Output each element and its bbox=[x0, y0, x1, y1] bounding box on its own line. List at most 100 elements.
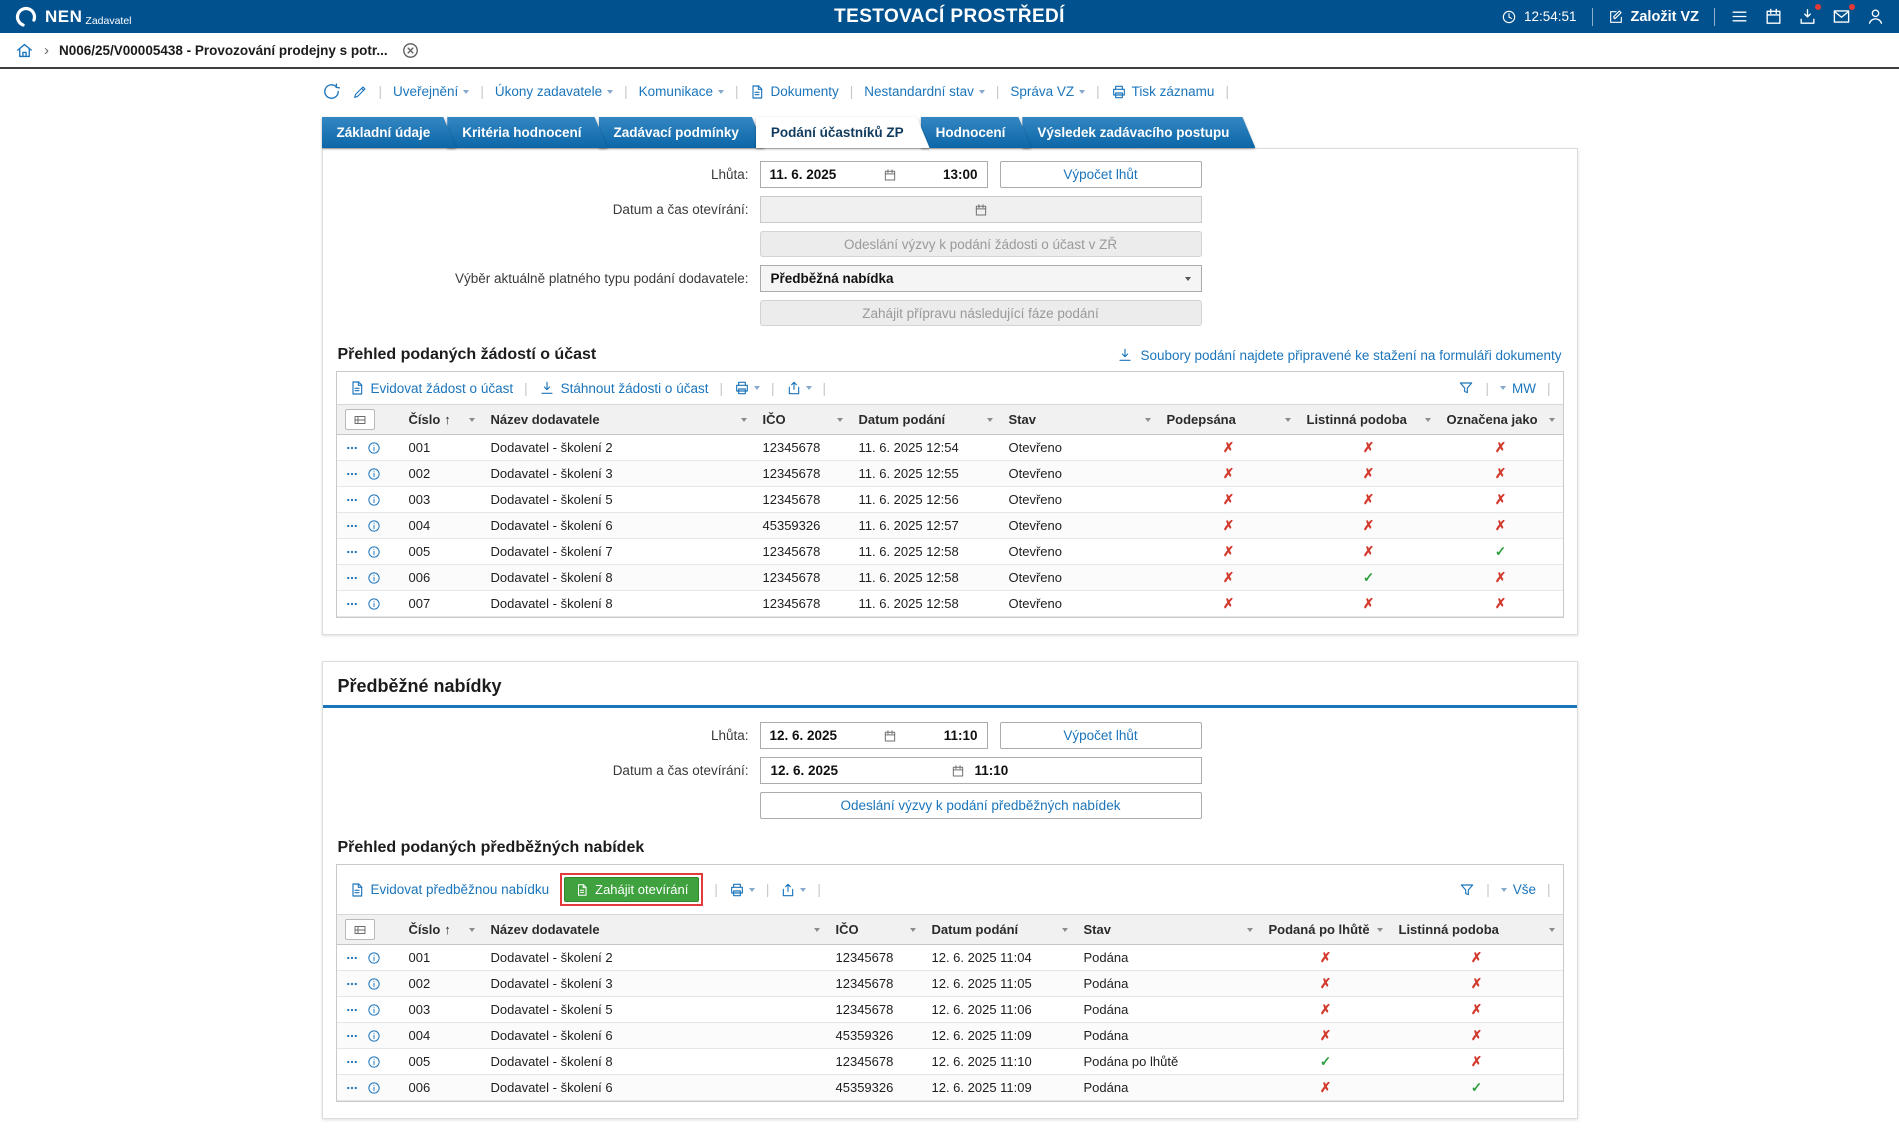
column-filter-icon[interactable] bbox=[1062, 928, 1068, 932]
table-row[interactable]: 004Dodavatel - školení 64535932612. 6. 2… bbox=[337, 1023, 1563, 1049]
tab-hodnoceni[interactable]: Hodnocení bbox=[921, 117, 1032, 148]
calc-deadlines-button[interactable]: Výpočet lhůt bbox=[1000, 722, 1202, 749]
column-filter-icon[interactable] bbox=[1285, 418, 1291, 422]
main-menu-button[interactable] bbox=[1730, 7, 1749, 26]
table-row[interactable]: 003Dodavatel - školení 51234567812. 6. 2… bbox=[337, 997, 1563, 1023]
row-actions-icon[interactable] bbox=[345, 1029, 359, 1043]
column-header[interactable]: Listinná podoba bbox=[1299, 405, 1439, 435]
table-row[interactable]: 001Dodavatel - školení 21234567812. 6. 2… bbox=[337, 945, 1563, 971]
row-actions-icon[interactable] bbox=[345, 545, 359, 559]
submission-files-link[interactable]: Soubory podání najdete připravené ke sta… bbox=[1117, 347, 1561, 363]
row-info-icon[interactable] bbox=[367, 467, 381, 481]
row-info-icon[interactable] bbox=[367, 441, 381, 455]
row-actions-icon[interactable] bbox=[345, 467, 359, 481]
menu-tisk-zaznamu[interactable]: Tisk záznamu bbox=[1111, 84, 1215, 100]
column-header[interactable]: Číslo↑ bbox=[401, 405, 483, 435]
table-row[interactable]: 001Dodavatel - školení 21234567811. 6. 2… bbox=[337, 435, 1563, 461]
print-table-button[interactable] bbox=[729, 882, 755, 898]
edit-button[interactable] bbox=[352, 84, 368, 100]
calendar-icon[interactable] bbox=[883, 168, 897, 182]
home-button[interactable] bbox=[15, 41, 34, 60]
filter-button[interactable] bbox=[1458, 380, 1474, 396]
table-row[interactable]: 007Dodavatel - školení 81234567811. 6. 2… bbox=[337, 591, 1563, 617]
row-actions-icon[interactable] bbox=[345, 1055, 359, 1069]
row-actions-icon[interactable] bbox=[345, 519, 359, 533]
column-header[interactable]: Označena jako ne bbox=[1439, 405, 1563, 435]
prelim-deadline-datetime-field[interactable]: 12. 6. 2025 11:10 bbox=[760, 722, 988, 749]
column-filter-icon[interactable] bbox=[1425, 418, 1431, 422]
menu-uverejneni[interactable]: Uveřejnění bbox=[393, 84, 469, 99]
tab-zadavaci-podminky[interactable]: Zadávací podmínky bbox=[599, 117, 765, 148]
column-header[interactable]: Název dodavatele bbox=[483, 405, 755, 435]
nen-brand[interactable]: NEN Zadavatel bbox=[14, 5, 132, 29]
column-filter-icon[interactable] bbox=[1549, 928, 1555, 932]
export-table-button[interactable] bbox=[786, 380, 812, 396]
menu-sprava-vz[interactable]: Správa VZ bbox=[1010, 84, 1085, 99]
table-row[interactable]: 003Dodavatel - školení 51234567811. 6. 2… bbox=[337, 487, 1563, 513]
column-header[interactable]: Datum podání bbox=[924, 915, 1076, 945]
column-header[interactable]: IČO bbox=[828, 915, 924, 945]
tab-zakladni-udaje[interactable]: Základní údaje bbox=[322, 117, 457, 148]
print-table-button[interactable] bbox=[734, 380, 760, 396]
register-prelim-offer-button[interactable]: Evidovat předběžnou nabídku bbox=[349, 882, 550, 898]
prelim-opening-datetime-field[interactable]: 12. 6. 2025 11:10 bbox=[760, 757, 1202, 784]
account-button[interactable] bbox=[1866, 7, 1885, 26]
tab-podani-ucastniku-zp[interactable]: Podání účastníků ZP bbox=[756, 117, 930, 148]
register-request-button[interactable]: Evidovat žádost o účast bbox=[349, 380, 514, 396]
saved-view-select[interactable]: MW bbox=[1500, 381, 1536, 396]
column-filter-icon[interactable] bbox=[1549, 418, 1555, 422]
column-filter-icon[interactable] bbox=[469, 418, 475, 422]
column-settings-button[interactable] bbox=[345, 919, 375, 940]
column-filter-icon[interactable] bbox=[814, 928, 820, 932]
column-filter-icon[interactable] bbox=[910, 928, 916, 932]
row-actions-icon[interactable] bbox=[345, 571, 359, 585]
history-button[interactable] bbox=[322, 82, 341, 101]
menu-dokumenty[interactable]: Dokumenty bbox=[749, 84, 838, 100]
table-row[interactable]: 002Dodavatel - školení 31234567811. 6. 2… bbox=[337, 461, 1563, 487]
row-info-icon[interactable] bbox=[367, 951, 381, 965]
download-requests-button[interactable]: Stáhnout žádosti o účast bbox=[539, 380, 709, 396]
messages-button[interactable] bbox=[1832, 7, 1851, 26]
column-header[interactable]: Stav bbox=[1001, 405, 1159, 435]
row-actions-icon[interactable] bbox=[345, 951, 359, 965]
column-settings-button[interactable] bbox=[345, 409, 375, 430]
menu-komunikace[interactable]: Komunikace bbox=[639, 84, 724, 99]
create-vz-button[interactable]: Založit VZ bbox=[1608, 9, 1699, 25]
downloads-button[interactable] bbox=[1798, 7, 1817, 26]
column-filter-icon[interactable] bbox=[1247, 928, 1253, 932]
menu-ukony-zadavatele[interactable]: Úkony zadavatele bbox=[495, 84, 613, 99]
row-info-icon[interactable] bbox=[367, 571, 381, 585]
column-filter-icon[interactable] bbox=[1377, 928, 1383, 932]
calendar-icon[interactable] bbox=[883, 729, 897, 743]
row-info-icon[interactable] bbox=[367, 519, 381, 533]
row-actions-icon[interactable] bbox=[345, 1081, 359, 1095]
submission-type-select[interactable]: Předběžná nabídka bbox=[760, 265, 1202, 292]
row-actions-icon[interactable] bbox=[345, 597, 359, 611]
row-actions-icon[interactable] bbox=[345, 1003, 359, 1017]
calc-deadlines-button[interactable]: Výpočet lhůt bbox=[1000, 161, 1202, 188]
row-actions-icon[interactable] bbox=[345, 441, 359, 455]
table-row[interactable]: 004Dodavatel - školení 64535932611. 6. 2… bbox=[337, 513, 1563, 539]
export-table-button[interactable] bbox=[780, 882, 806, 898]
row-actions-icon[interactable] bbox=[345, 493, 359, 507]
close-record-button[interactable] bbox=[401, 41, 420, 60]
table-row[interactable]: 005Dodavatel - školení 81234567812. 6. 2… bbox=[337, 1049, 1563, 1075]
row-info-icon[interactable] bbox=[367, 1081, 381, 1095]
row-info-icon[interactable] bbox=[367, 1029, 381, 1043]
tab-kriteria-hodnoceni[interactable]: Kritéria hodnocení bbox=[447, 117, 607, 148]
column-header[interactable]: Číslo↑ bbox=[401, 915, 483, 945]
row-info-icon[interactable] bbox=[367, 1003, 381, 1017]
row-info-icon[interactable] bbox=[367, 545, 381, 559]
menu-nestandardni-stav[interactable]: Nestandardní stav bbox=[864, 84, 985, 99]
column-header[interactable]: Podepsána bbox=[1159, 405, 1299, 435]
row-info-icon[interactable] bbox=[367, 977, 381, 991]
send-invite-prelim-button[interactable]: Odeslání výzvy k podání předběžných nabí… bbox=[760, 792, 1202, 819]
column-header[interactable]: Datum podání bbox=[851, 405, 1001, 435]
row-info-icon[interactable] bbox=[367, 597, 381, 611]
column-filter-icon[interactable] bbox=[1145, 418, 1151, 422]
start-opening-button[interactable]: Zahájit otevírání bbox=[564, 877, 699, 902]
saved-view-select[interactable]: Vše bbox=[1501, 882, 1536, 897]
tab-vysledek-zadavaciho-postupu[interactable]: Výsledek zadávacího postupu bbox=[1022, 117, 1255, 148]
row-actions-icon[interactable] bbox=[345, 977, 359, 991]
row-info-icon[interactable] bbox=[367, 1055, 381, 1069]
